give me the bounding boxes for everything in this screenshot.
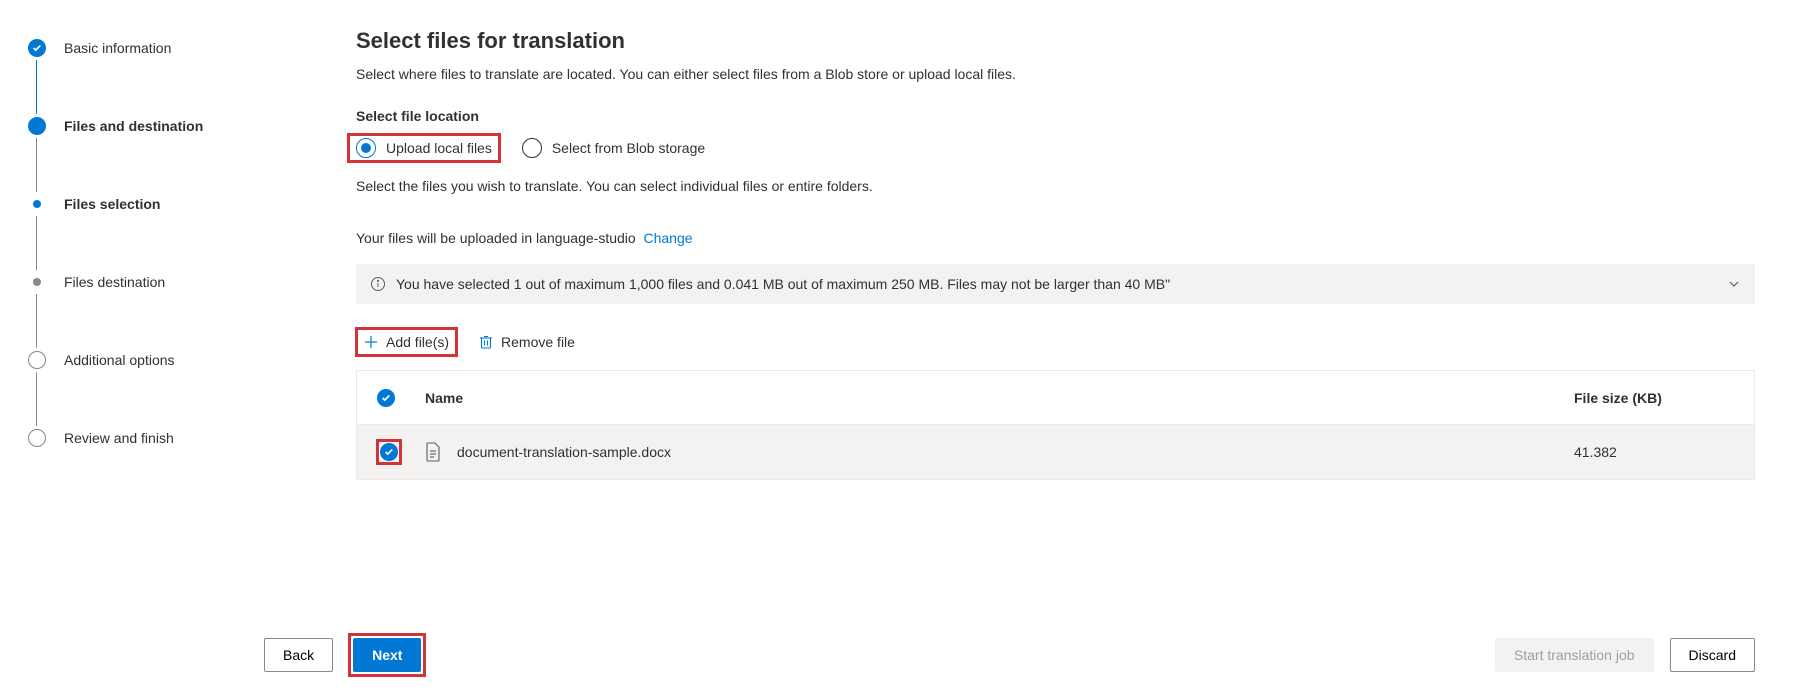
next-button[interactable]: Next: [353, 638, 421, 672]
trash-icon: [479, 334, 493, 350]
info-message: You have selected 1 out of maximum 1,000…: [396, 276, 1717, 292]
radio-unselected-icon: [522, 138, 542, 158]
cmd-label: Remove file: [501, 334, 575, 350]
radio-selected-icon: [356, 138, 376, 158]
step-future-icon: [28, 351, 46, 369]
document-icon: [425, 442, 441, 462]
col-header-name[interactable]: Name: [425, 390, 1574, 406]
radio-label: Select from Blob storage: [552, 140, 705, 156]
file-size: 41.382: [1574, 444, 1734, 460]
radio-blob-storage[interactable]: Select from Blob storage: [522, 138, 705, 158]
highlight-upload-local: Upload local files: [348, 134, 500, 162]
section-label-location: Select file location: [356, 108, 1755, 124]
back-button[interactable]: Back: [264, 638, 333, 672]
step-connector: [36, 60, 310, 114]
radio-label: Upload local files: [386, 140, 492, 156]
row-checkbox[interactable]: [380, 443, 398, 461]
step-label: Additional options: [64, 352, 175, 368]
upload-target-text: Your files will be uploaded in language-…: [356, 230, 1755, 246]
step-label: Files destination: [64, 274, 165, 290]
step-basic-information[interactable]: Basic information: [28, 36, 310, 60]
step-current-icon: [28, 117, 46, 135]
step-connector: [36, 372, 310, 426]
step-connector: [36, 138, 310, 192]
change-container-link[interactable]: Change: [643, 230, 692, 246]
file-commands: Add file(s) Remove file: [356, 328, 1755, 356]
hint-text: Select the files you wish to translate. …: [356, 178, 1755, 194]
info-icon: [370, 276, 386, 292]
select-all-checkbox[interactable]: [377, 389, 395, 407]
highlight-add-files: Add file(s): [356, 328, 457, 356]
step-label: Review and finish: [64, 430, 174, 446]
start-translation-button: Start translation job: [1495, 638, 1654, 672]
chevron-down-icon[interactable]: [1727, 277, 1741, 291]
main-panel: Select files for translation Select wher…: [310, 0, 1795, 694]
discard-button[interactable]: Discard: [1670, 638, 1755, 672]
cmd-label: Add file(s): [386, 334, 449, 350]
table-row[interactable]: document-translation-sample.docx 41.382: [357, 425, 1754, 479]
radio-upload-local[interactable]: Upload local files: [356, 138, 492, 158]
page-title: Select files for translation: [356, 28, 1755, 54]
add-files-button[interactable]: Add file(s): [356, 328, 457, 356]
step-label: Files selection: [64, 196, 160, 212]
plus-icon: [364, 335, 378, 349]
col-header-size[interactable]: File size (KB): [1574, 390, 1734, 406]
file-location-radiogroup: Upload local files Select from Blob stor…: [356, 138, 1755, 158]
step-label: Files and destination: [64, 118, 203, 134]
step-files-and-destination[interactable]: Files and destination: [28, 114, 310, 138]
page-description: Select where files to translate are loca…: [356, 66, 1755, 82]
step-connector: [36, 216, 310, 270]
substep-future-icon: [33, 278, 41, 286]
highlight-row-check: [377, 440, 401, 464]
step-review-and-finish[interactable]: Review and finish: [28, 426, 310, 450]
step-files-selection[interactable]: Files selection: [28, 192, 310, 216]
step-files-destination[interactable]: Files destination: [28, 270, 310, 294]
files-table: Name File size (KB) document-translation…: [356, 370, 1755, 480]
table-header: Name File size (KB): [357, 371, 1754, 425]
file-name: document-translation-sample.docx: [457, 444, 671, 460]
step-connector: [36, 294, 310, 348]
wizard-footer: Back Next Start translation job Discard: [264, 634, 1755, 676]
substep-current-icon: [33, 200, 41, 208]
selection-info-bar[interactable]: You have selected 1 out of maximum 1,000…: [356, 264, 1755, 304]
highlight-next: Next: [349, 634, 425, 676]
step-label: Basic information: [64, 40, 171, 56]
step-additional-options[interactable]: Additional options: [28, 348, 310, 372]
checkmark-icon: [28, 39, 46, 57]
step-future-icon: [28, 429, 46, 447]
wizard-steps: Basic information Files and destination …: [0, 0, 310, 694]
remove-file-button[interactable]: Remove file: [471, 328, 583, 356]
